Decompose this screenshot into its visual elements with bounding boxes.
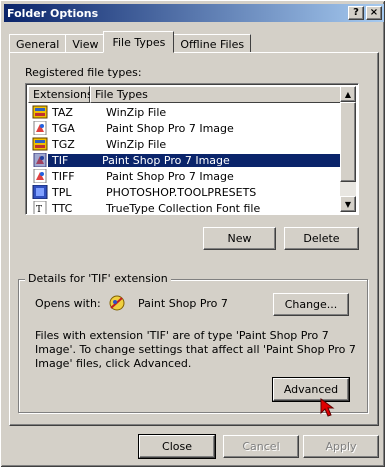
list-item[interactable]: TGZ WinZip File — [28, 136, 341, 152]
photoshop-icon — [32, 184, 48, 200]
psp-image-icon — [32, 152, 48, 168]
list-item-selected[interactable]: TIF Paint Shop Pro 7 Image — [28, 152, 341, 168]
tab-file-types[interactable]: File Types — [103, 31, 175, 53]
list-rows: TAZ WinZip File TGA Paint Shop Pro 7 Ima… — [28, 104, 341, 215]
row-extension: TGZ — [52, 137, 75, 151]
title-bar[interactable]: Folder Options ? × — [4, 4, 384, 22]
apply-button[interactable]: Apply — [303, 435, 379, 458]
list-item[interactable]: TAZ WinZip File — [28, 104, 341, 120]
opens-with-app: Paint Shop Pro 7 — [138, 297, 228, 310]
column-extensions[interactable]: Extensions — [28, 86, 93, 103]
cancel-button[interactable]: Cancel — [223, 435, 299, 458]
scroll-thumb[interactable] — [340, 102, 356, 182]
tab-view[interactable]: View — [65, 34, 106, 53]
new-button[interactable]: New — [203, 227, 276, 250]
close-button[interactable]: × — [366, 6, 382, 20]
svg-text:T: T — [36, 205, 42, 215]
opens-with-label: Opens with: — [35, 297, 101, 310]
scroll-up-arrow-icon[interactable]: ▲ — [340, 86, 356, 102]
registered-file-types-label: Registered file types: — [25, 66, 142, 79]
window-title: Folder Options — [7, 6, 99, 20]
paint-shop-pro-icon — [108, 294, 126, 312]
row-file-type: PHOTOSHOP.TOOLPRESETS — [106, 185, 257, 199]
row-file-type: WinZip File — [106, 137, 167, 151]
row-file-type: Paint Shop Pro 7 Image — [106, 121, 234, 135]
folder-options-dialog: Folder Options ? × General View File Typ… — [0, 0, 386, 468]
details-group-label: Details for 'TIF' extension — [25, 272, 171, 285]
list-item[interactable]: TPL PHOTOSHOP.TOOLPRESETS — [28, 184, 341, 200]
help-button[interactable]: ? — [348, 6, 364, 20]
close-dialog-button[interactable]: Close — [138, 434, 216, 459]
mouse-pointer-icon — [319, 397, 337, 419]
tab-strip: General View File Types Offline Files — [9, 31, 252, 53]
delete-button[interactable]: Delete — [284, 227, 359, 250]
row-file-type: TrueType Collection Font file — [106, 201, 261, 215]
advanced-button[interactable]: Advanced — [272, 377, 350, 402]
tab-general[interactable]: General — [9, 34, 67, 53]
list-item[interactable]: TGA Paint Shop Pro 7 Image — [28, 120, 341, 136]
tab-offline-files[interactable]: Offline Files — [173, 34, 252, 53]
winzip-icon — [32, 137, 48, 151]
font-file-icon: T — [32, 200, 48, 215]
row-file-type: WinZip File — [106, 105, 167, 119]
column-file-types[interactable]: File Types — [90, 86, 341, 103]
change-button[interactable]: Change... — [273, 293, 349, 316]
list-item[interactable]: TIFF Paint Shop Pro 7 Image — [28, 168, 341, 184]
row-extension: TPL — [52, 185, 72, 199]
scroll-down-arrow-icon[interactable]: ▼ — [340, 196, 356, 212]
list-header: Extensions File Types — [28, 86, 341, 103]
list-item[interactable]: T TTC TrueType Collection Font file — [28, 200, 341, 215]
row-extension: TTC — [52, 201, 73, 215]
details-description: Files with extension 'TIF' are of type '… — [35, 329, 356, 370]
row-file-type: Paint Shop Pro 7 Image — [106, 169, 234, 183]
row-extension: TGA — [52, 121, 75, 135]
list-scrollbar[interactable]: ▲ ▼ — [340, 86, 356, 212]
row-file-type: Paint Shop Pro 7 Image — [96, 153, 341, 167]
psp-image-icon — [32, 168, 48, 184]
row-extension: TIF — [48, 153, 102, 167]
row-extension: TAZ — [52, 105, 73, 119]
winzip-icon — [32, 105, 48, 119]
file-types-list[interactable]: Extensions File Types TAZ WinZip File TG… — [25, 83, 359, 215]
row-extension: TIFF — [52, 169, 75, 183]
psp-image-icon — [32, 120, 48, 136]
